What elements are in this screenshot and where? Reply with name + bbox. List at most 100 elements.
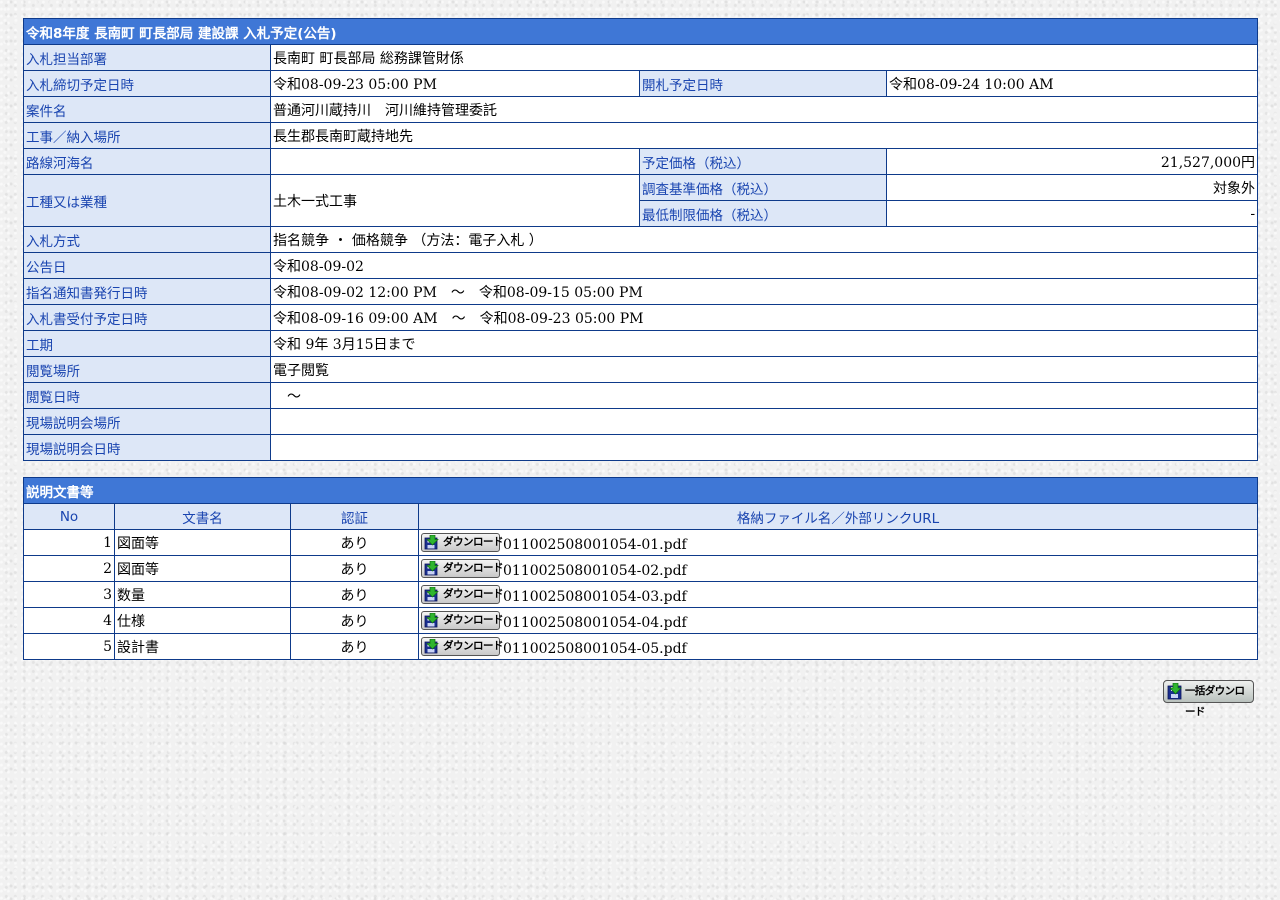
row-location: 工事／納入場所 長生郡長南町蔵持地先 — [23, 122, 1259, 149]
download-button[interactable]: ダウンロード — [421, 637, 504, 656]
row-period: 工期 令和 9年 3月15日まで — [23, 330, 1259, 357]
label-location: 工事／納入場所 — [23, 122, 271, 149]
row-view-date: 閲覧日時 ～ — [23, 382, 1259, 409]
floppy-disk-download-icon — [1167, 683, 1182, 700]
notice-title-row: 令和8年度 長南町 町長部局 建設課 入札予定(公告) — [22, 18, 1259, 45]
document-file-cell: ダウンロード 011002508001054-05.pdf — [418, 633, 1258, 660]
row-receipt: 入札書受付予定日時 令和08-09-16 09:00 AM ～ 令和08-09-… — [23, 304, 1259, 331]
document-no: 2 — [23, 555, 115, 582]
document-row: 3 数量 あり ダウンロード 011002508001054-03.pdf — [23, 581, 1258, 608]
value-method: 指名競争 ・ 価格競争 （方法：電子入札 ） — [269, 226, 1259, 253]
label-view-place: 閲覧場所 — [23, 356, 271, 383]
document-no: 4 — [23, 607, 115, 634]
label-site-date: 現場説明会日時 — [23, 434, 271, 461]
notice-table: 令和8年度 長南町 町長部局 建設課 入札予定(公告) 入札担当部署 長南町 町… — [22, 18, 1259, 461]
document-name: 仕様 — [114, 607, 291, 634]
row-site-date: 現場説明会日時 — [23, 434, 1259, 461]
row-method: 入札方式 指名競争 ・ 価格競争 （方法：電子入札 ） — [23, 226, 1259, 253]
document-file-cell: ダウンロード 011002508001054-04.pdf — [418, 607, 1258, 634]
value-receipt: 令和08-09-16 09:00 AM ～ 令和08-09-23 05:00 P… — [269, 304, 1259, 331]
documents-title-row: 説明文書等 — [23, 477, 1258, 504]
notice-title: 令和8年度 長南町 町長部局 建設課 入札予定(公告) — [22, 18, 1259, 45]
bulk-download-button[interactable]: 一括ダウンロード — [1163, 680, 1254, 718]
document-name: 数量 — [114, 581, 291, 608]
document-file-name: 011002508001054-01.pdf — [503, 536, 687, 553]
document-no: 3 — [23, 581, 115, 608]
value-deadline: 令和08-09-23 05:00 PM — [270, 70, 640, 97]
download-button-label: ダウンロード — [443, 562, 504, 574]
label-opening: 開札予定日時 — [639, 70, 887, 97]
value-case-name: 普通河川蔵持川 河川維持管理委託 — [269, 96, 1259, 123]
row-nomination: 指名通知書発行日時 令和08-09-02 12:00 PM ～ 令和08-09-… — [23, 278, 1259, 305]
document-file-name: 011002508001054-02.pdf — [503, 562, 687, 579]
floppy-disk-download-icon — [424, 535, 439, 550]
label-announce-date: 公告日 — [23, 252, 271, 279]
value-work-type: 土木一式工事 — [270, 174, 640, 227]
document-cert: あり — [290, 555, 419, 582]
label-work-type: 工種又は業種 — [23, 174, 271, 227]
header-no: No — [23, 503, 115, 530]
document-row: 1 図面等 あり ダウンロード 011002508001054-01.pdf — [23, 529, 1258, 556]
download-button[interactable]: ダウンロード — [421, 533, 504, 552]
document-no: 5 — [23, 633, 115, 660]
document-cert: あり — [290, 633, 419, 660]
document-name: 図面等 — [114, 555, 291, 582]
header-file: 格納ファイル名／外部リンクURL — [418, 503, 1258, 530]
download-button-label: ダウンロード — [443, 536, 504, 548]
row-announce-date: 公告日 令和08-09-02 — [23, 252, 1259, 279]
floppy-disk-download-icon — [424, 561, 439, 576]
label-deadline: 入札締切予定日時 — [23, 70, 271, 97]
document-row: 4 仕様 あり ダウンロード 011002508001054-04.pdf — [23, 607, 1258, 634]
document-no: 1 — [23, 529, 115, 556]
value-nomination: 令和08-09-02 12:00 PM ～ 令和08-09-15 05:00 P… — [269, 278, 1259, 305]
label-nomination: 指名通知書発行日時 — [23, 278, 271, 305]
label-planned-price: 予定価格（税込） — [639, 148, 887, 175]
row-view-place: 閲覧場所 電子閲覧 — [23, 356, 1259, 383]
row-deadline: 入札締切予定日時 令和08-09-23 05:00 PM 開札予定日時 令和08… — [23, 70, 1259, 97]
row-dept: 入札担当部署 長南町 町長部局 総務課管財係 — [23, 44, 1259, 71]
page-content: 令和8年度 長南町 町長部局 建設課 入札予定(公告) 入札担当部署 長南町 町… — [22, 18, 1259, 660]
floppy-disk-download-icon — [424, 587, 439, 602]
document-file-cell: ダウンロード 011002508001054-03.pdf — [418, 581, 1258, 608]
document-cert: あり — [290, 607, 419, 634]
label-case-name: 案件名 — [23, 96, 271, 123]
download-button-label: ダウンロード — [443, 614, 504, 626]
label-receipt: 入札書受付予定日時 — [23, 304, 271, 331]
value-min-price: - — [885, 200, 1259, 227]
document-name: 図面等 — [114, 529, 291, 556]
document-file-cell: ダウンロード 011002508001054-02.pdf — [418, 555, 1258, 582]
value-location: 長生郡長南町蔵持地先 — [269, 122, 1259, 149]
header-cert: 認証 — [290, 503, 419, 530]
value-site-date — [269, 434, 1259, 461]
documents-header-row: No 文書名 認証 格納ファイル名／外部リンクURL — [23, 503, 1258, 530]
label-site-place: 現場説明会場所 — [23, 408, 271, 435]
download-button[interactable]: ダウンロード — [421, 585, 504, 604]
value-opening: 令和08-09-24 10:00 AM — [885, 70, 1259, 97]
value-planned-price: 21,527,000円 — [885, 148, 1259, 175]
row-work-type: 工種又は業種 土木一式工事 調査基準価格（税込） 対象外 — [23, 174, 1259, 227]
header-doc-name: 文書名 — [114, 503, 291, 530]
document-row: 5 設計書 あり ダウンロード 011002508001054-05.pdf — [23, 633, 1258, 660]
label-survey-price: 調査基準価格（税込） — [639, 174, 887, 201]
document-name: 設計書 — [114, 633, 291, 660]
download-button[interactable]: ダウンロード — [421, 611, 504, 630]
value-site-place — [269, 408, 1259, 435]
download-button[interactable]: ダウンロード — [421, 559, 504, 578]
document-cert: あり — [290, 529, 419, 556]
value-announce-date: 令和08-09-02 — [269, 252, 1259, 279]
document-file-name: 011002508001054-05.pdf — [503, 640, 687, 657]
download-button-label: ダウンロード — [443, 640, 504, 652]
value-dept: 長南町 町長部局 総務課管財係 — [269, 44, 1259, 71]
value-view-date: ～ — [269, 382, 1259, 409]
row-case-name: 案件名 普通河川蔵持川 河川維持管理委託 — [23, 96, 1259, 123]
document-cert: あり — [290, 581, 419, 608]
value-period: 令和 9年 3月15日まで — [269, 330, 1259, 357]
document-file-name: 011002508001054-03.pdf — [503, 588, 687, 605]
value-survey-price: 対象外 — [885, 174, 1259, 201]
value-view-place: 電子閲覧 — [269, 356, 1259, 383]
document-file-name: 011002508001054-04.pdf — [503, 614, 687, 631]
document-row: 2 図面等 あり ダウンロード 011002508001054-02.pdf — [23, 555, 1258, 582]
floppy-disk-download-icon — [424, 639, 439, 654]
label-method: 入札方式 — [23, 226, 271, 253]
documents-table: 説明文書等 No 文書名 認証 格納ファイル名／外部リンクURL 1 図面等 ありダ… — [23, 477, 1258, 660]
